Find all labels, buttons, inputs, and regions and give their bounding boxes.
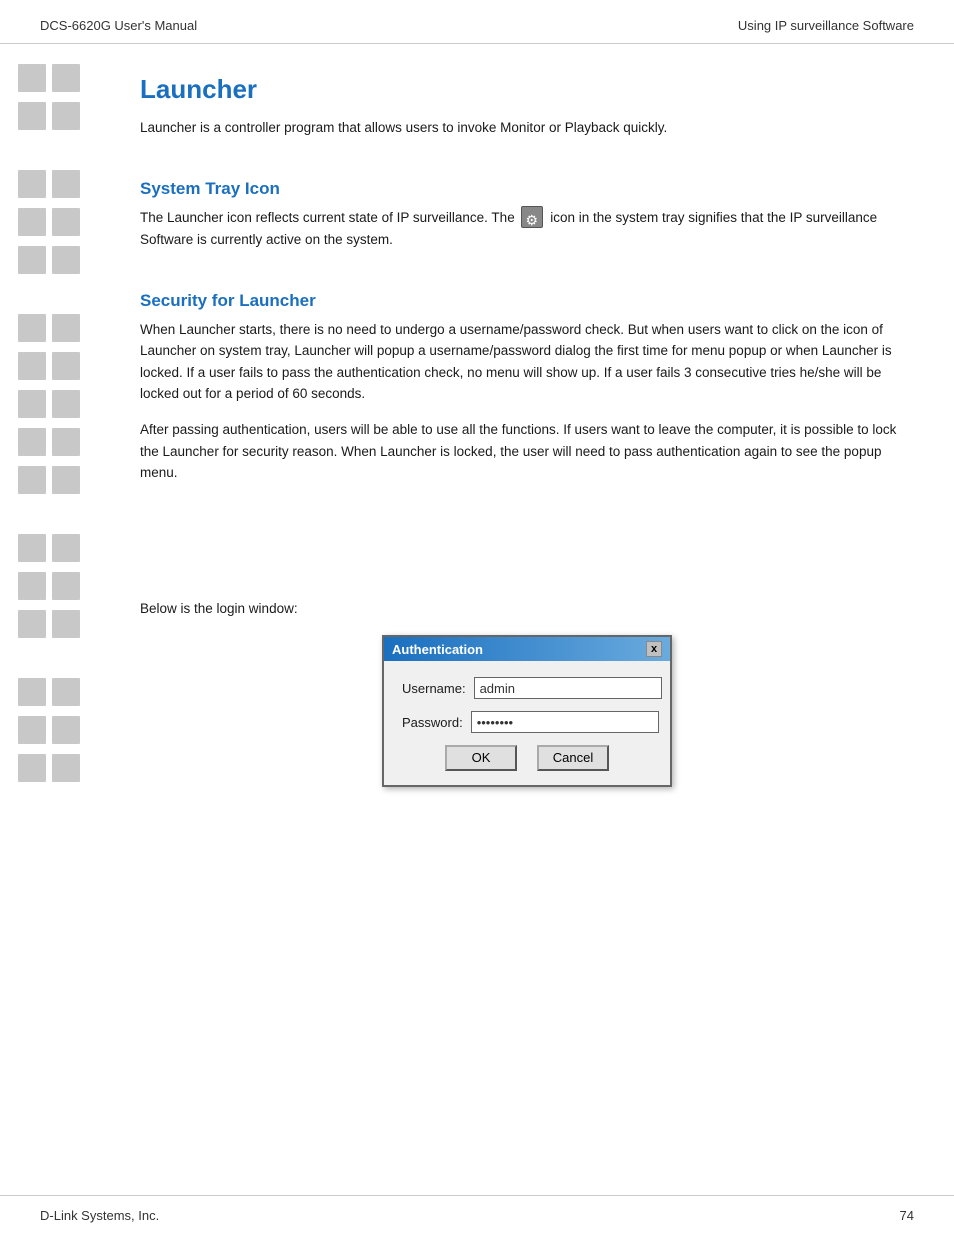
auth-buttons: OK Cancel xyxy=(402,745,652,771)
sidebar-block-15 xyxy=(18,716,130,744)
system-tray-desc: The Launcher icon reflects current state… xyxy=(140,207,914,251)
sidebar-rect xyxy=(52,716,80,744)
cancel-button[interactable]: Cancel xyxy=(537,745,609,771)
sidebar-block-3 xyxy=(18,170,130,198)
sidebar-rect xyxy=(52,428,80,456)
surveillance-icon xyxy=(521,206,543,228)
username-label: Username: xyxy=(402,681,474,696)
dialog-close-button[interactable]: x xyxy=(646,641,662,657)
sidebar-rect xyxy=(18,102,46,130)
sidebar-rect xyxy=(18,390,46,418)
sidebar-rect xyxy=(18,246,46,274)
sidebar-block-4 xyxy=(18,208,130,236)
sidebar-rect xyxy=(18,170,46,198)
auth-titlebar: Authentication x xyxy=(384,637,670,661)
password-row: Password: xyxy=(402,711,652,733)
footer-right: 74 xyxy=(900,1208,914,1223)
sidebar-rect xyxy=(52,678,80,706)
sidebar-block-6 xyxy=(18,314,130,342)
page-layout: Launcher Launcher is a controller progra… xyxy=(0,44,954,1184)
page-header: DCS-6620G User's Manual Using IP surveil… xyxy=(0,0,954,44)
sidebar-rect xyxy=(52,208,80,236)
sidebar-block-16 xyxy=(18,754,130,782)
footer-left: D-Link Systems, Inc. xyxy=(40,1208,159,1223)
launcher-title: Launcher xyxy=(140,74,914,105)
sidebar-rect xyxy=(52,170,80,198)
sidebar-rect xyxy=(18,352,46,380)
system-tray-title: System Tray Icon xyxy=(140,179,914,199)
sidebar-block-2 xyxy=(18,102,130,130)
header-right: Using IP surveillance Software xyxy=(738,18,914,33)
system-tray-desc-before: The Launcher icon reflects current state… xyxy=(140,210,515,225)
page-footer: D-Link Systems, Inc. 74 xyxy=(0,1195,954,1235)
sidebar-rect xyxy=(52,314,80,342)
security-para1: When Launcher starts, there is no need t… xyxy=(140,319,914,405)
sidebar-rect xyxy=(52,466,80,494)
sidebar-block-5 xyxy=(18,246,130,274)
close-icon: x xyxy=(651,643,657,655)
sidebar-rect xyxy=(18,754,46,782)
launcher-desc: Launcher is a controller program that al… xyxy=(140,117,914,139)
dialog-title: Authentication xyxy=(392,642,483,657)
sidebar-block-10 xyxy=(18,466,130,494)
auth-body: Username: Password: OK Cancel xyxy=(384,661,670,785)
sidebar-rect xyxy=(18,572,46,600)
sidebar-block-8 xyxy=(18,390,130,418)
sidebar-block-13 xyxy=(18,610,130,638)
sidebar-block-11 xyxy=(18,534,130,562)
sidebar-block-12 xyxy=(18,572,130,600)
sidebar-rect xyxy=(52,754,80,782)
sidebar-rect xyxy=(18,208,46,236)
sidebar-block-9 xyxy=(18,428,130,456)
sidebar-rect xyxy=(18,716,46,744)
sidebar-rect xyxy=(52,246,80,274)
sidebar-rect xyxy=(18,428,46,456)
username-input[interactable] xyxy=(474,677,662,699)
sidebar-rect xyxy=(52,534,80,562)
sidebar-rect xyxy=(18,678,46,706)
sidebar-rect xyxy=(52,390,80,418)
sidebar-rect xyxy=(52,572,80,600)
sidebar-rect xyxy=(52,352,80,380)
ok-button[interactable]: OK xyxy=(445,745,517,771)
sidebar-block-1 xyxy=(18,64,130,92)
sidebar-rect xyxy=(18,534,46,562)
sidebar-block-7 xyxy=(18,352,130,380)
sidebar-rect xyxy=(52,102,80,130)
sidebar-rect xyxy=(52,610,80,638)
auth-dialog: Authentication x Username: Password: xyxy=(382,635,672,787)
dialog-wrapper: Authentication x Username: Password: xyxy=(140,635,914,787)
security-para2: After passing authentication, users will… xyxy=(140,419,914,484)
sidebar-block-14 xyxy=(18,678,130,706)
sidebar-rect xyxy=(18,466,46,494)
sidebar-rect xyxy=(18,610,46,638)
password-label: Password: xyxy=(402,715,471,730)
main-content: Launcher Launcher is a controller progra… xyxy=(130,44,954,1184)
security-title: Security for Launcher xyxy=(140,291,914,311)
header-left: DCS-6620G User's Manual xyxy=(40,18,197,33)
sidebar-rect xyxy=(52,64,80,92)
sidebar-rect xyxy=(18,64,46,92)
username-row: Username: xyxy=(402,677,652,699)
sidebar-rect xyxy=(18,314,46,342)
sidebar xyxy=(0,44,130,1184)
password-input[interactable] xyxy=(471,711,659,733)
login-window-label: Below is the login window: xyxy=(140,598,914,620)
